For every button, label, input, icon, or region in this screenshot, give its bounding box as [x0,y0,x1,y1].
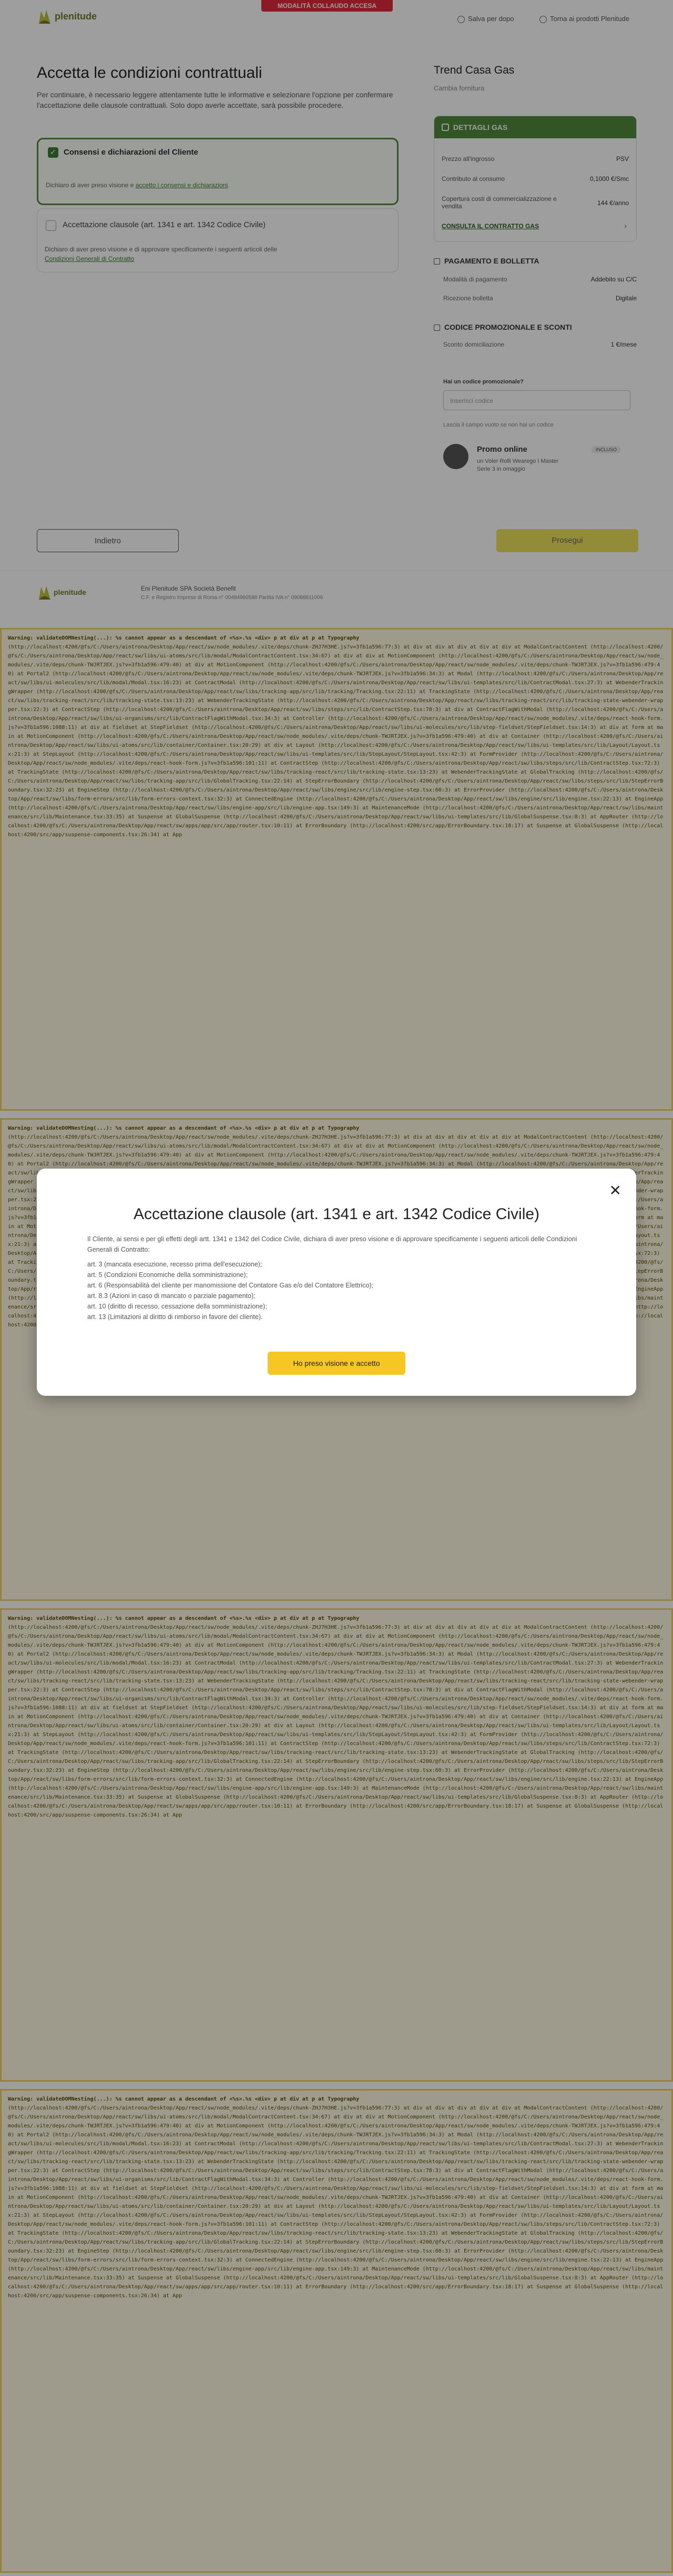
close-icon[interactable]: ✕ [609,1183,621,1198]
clause-item: art. 10 (diritto di recesso, cessazione … [87,1303,267,1310]
clauses-list: art. 3 (mancata esecuzione, recesso prim… [87,1259,582,1322]
clauses-modal: ✕ Accettazione clausole (art. 1341 e art… [37,1169,636,1396]
clause-item: art. 6 (Responsabilità del cliente per m… [87,1282,374,1289]
modal-intro: Il Cliente, ai sensi e per gli effetti d… [87,1235,577,1253]
clause-item: art. 13 (Limitazioni al diritto di rimbo… [87,1313,263,1321]
clause-item: art. 3 (mancata esecuzione, recesso prim… [87,1261,262,1268]
clause-item: art. 5 (Condizioni Economiche della somm… [87,1271,248,1279]
clause-item: art. 8.3 (Azioni in caso di mancato o pa… [87,1292,256,1300]
modal-body: Il Cliente, ai sensi e per gli effetti d… [87,1234,582,1322]
modal-title: Accettazione clausole (art. 1341 e art. … [133,1205,540,1223]
accept-button[interactable]: Ho preso visione e accetto [268,1352,405,1375]
